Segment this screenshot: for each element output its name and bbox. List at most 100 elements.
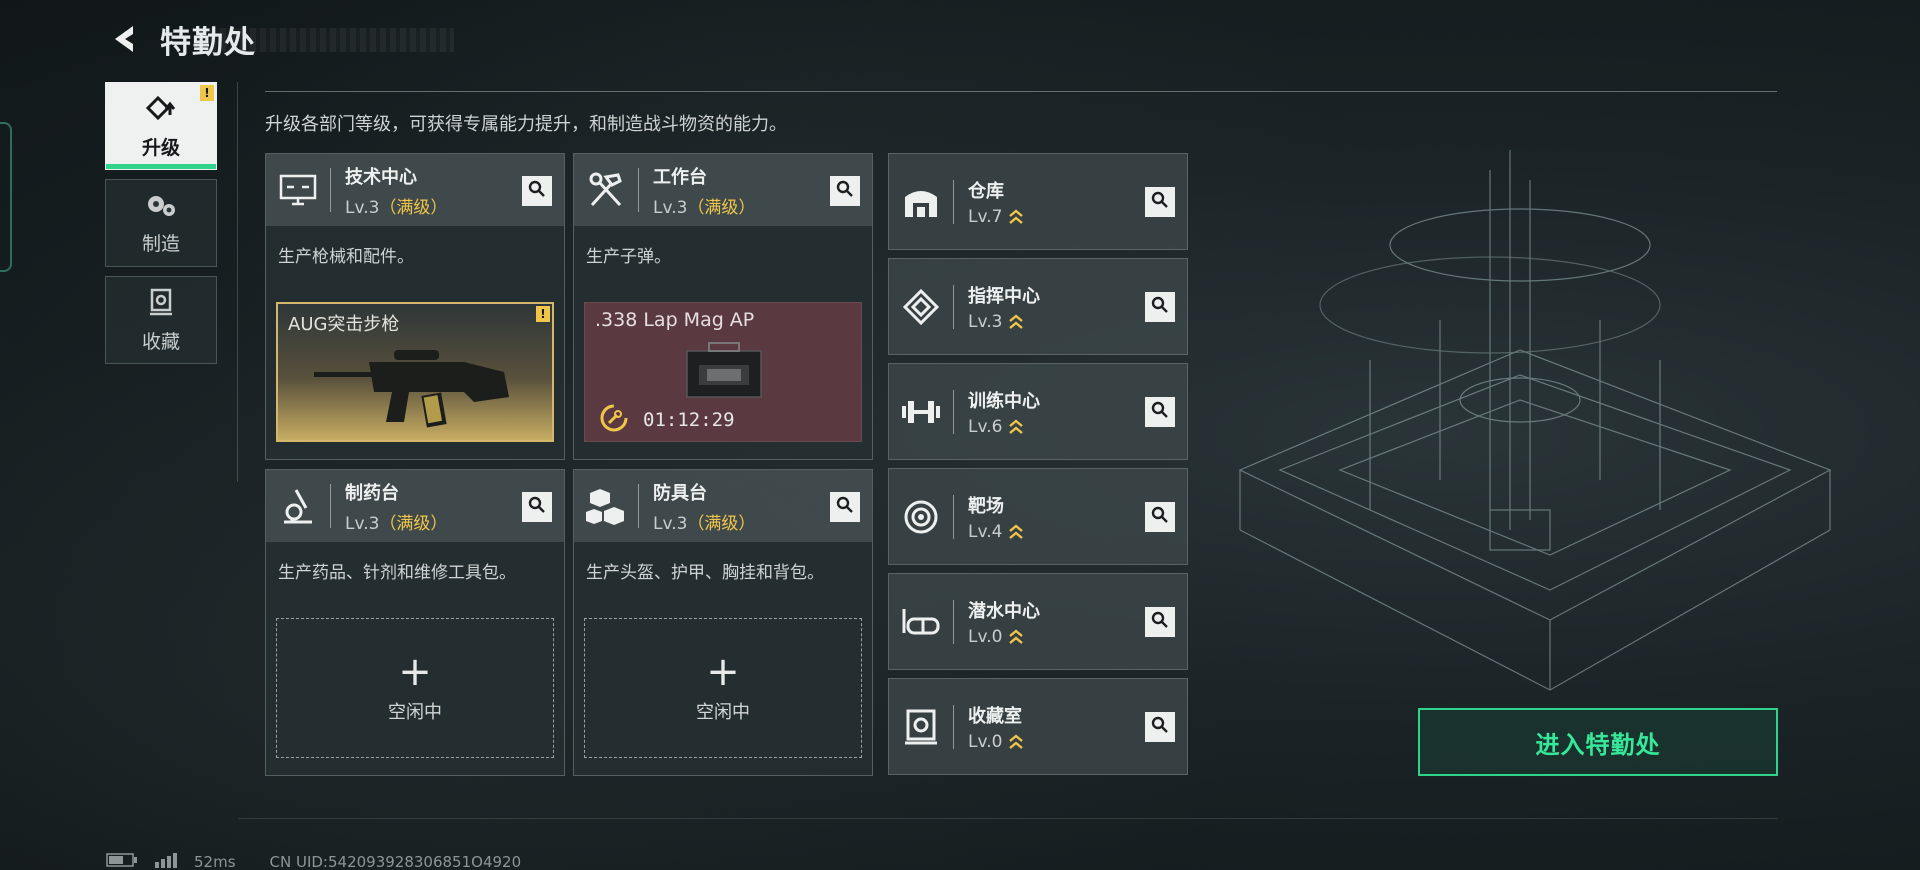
dept-training-center[interactable]: 训练中心 Lv.6 bbox=[888, 363, 1188, 460]
upgrade-chevron-icon bbox=[1009, 418, 1024, 434]
nav-item-craft[interactable]: 制造 bbox=[105, 179, 217, 267]
warehouse-icon bbox=[889, 153, 953, 250]
status-footer: 52ms CN UID:542093928306851O4920 bbox=[106, 852, 521, 870]
search-icon bbox=[1151, 296, 1169, 318]
card-header: 防具台 Lv.3（满级） bbox=[574, 470, 872, 542]
search-icon bbox=[1151, 191, 1169, 213]
divider bbox=[238, 818, 1778, 819]
search-button[interactable] bbox=[1145, 502, 1175, 532]
search-button[interactable] bbox=[830, 176, 860, 206]
search-button[interactable] bbox=[522, 492, 552, 522]
dept-name: 训练中心 bbox=[968, 390, 1040, 412]
card-name: 工作台 bbox=[653, 166, 707, 188]
idle-label: 空闲中 bbox=[696, 702, 750, 723]
base-hologram bbox=[1238, 150, 1832, 691]
card-header: 工作台 Lv.3（满级） bbox=[574, 154, 872, 226]
card-level: Lv.3（满级） bbox=[345, 513, 448, 534]
dept-level: Lv.0 bbox=[968, 627, 1040, 647]
slot-label: AUG突击步枪 bbox=[288, 314, 400, 335]
dept-name: 潜水中心 bbox=[968, 600, 1040, 622]
card-name: 制药台 bbox=[345, 482, 399, 504]
production-slot-idle[interactable]: + 空闲中 bbox=[276, 618, 554, 758]
enter-special-ops-button[interactable]: 进入特勤处 bbox=[1418, 708, 1778, 776]
search-icon bbox=[1151, 401, 1169, 423]
back-arrow-icon[interactable] bbox=[104, 19, 144, 59]
production-slot-weapon[interactable]: AUG突击步枪 ! bbox=[276, 302, 554, 442]
search-icon bbox=[1151, 716, 1169, 738]
card-name: 技术中心 bbox=[345, 166, 417, 188]
nav-label-craft: 制造 bbox=[141, 232, 180, 255]
dept-collection-room[interactable]: 收藏室 Lv.0 bbox=[888, 678, 1188, 775]
nav-item-collection[interactable]: 收藏 bbox=[105, 276, 217, 364]
wrench-timer-icon bbox=[600, 404, 628, 432]
production-slot-ammo[interactable]: .338 Lap Mag AP 01:12:29 bbox=[584, 302, 862, 442]
card-name: 防具台 bbox=[653, 482, 707, 504]
plus-icon: + bbox=[398, 649, 432, 695]
search-button[interactable] bbox=[1145, 712, 1175, 742]
card-workbench: 工作台 Lv.3（满级） 生产子弹。 .338 Lap Mag AP 01:12… bbox=[573, 153, 873, 460]
signal-icon bbox=[154, 852, 178, 870]
card-description: 生产枪械和配件。 bbox=[278, 247, 414, 267]
battery-icon bbox=[106, 853, 138, 870]
armor-icon bbox=[574, 470, 638, 542]
card-tech-center: 技术中心 Lv.3（满级） 生产枪械和配件。 AUG突击步枪 ! bbox=[265, 153, 565, 460]
search-icon bbox=[1151, 506, 1169, 528]
search-button[interactable] bbox=[522, 176, 552, 206]
card-description: 生产头盔、护甲、胸挂和背包。 bbox=[586, 563, 824, 583]
divider bbox=[237, 82, 238, 482]
nav-item-upgrade[interactable]: 升级 ! bbox=[105, 82, 217, 170]
card-level: Lv.3（满级） bbox=[345, 197, 448, 218]
production-timer: 01:12:29 bbox=[643, 409, 735, 431]
ping-value: 52ms bbox=[194, 853, 236, 870]
title-decoration bbox=[210, 28, 454, 52]
dept-level: Lv.4 bbox=[968, 522, 1024, 542]
warning-badge: ! bbox=[200, 85, 214, 101]
card-pharmacy: 制药台 Lv.3（满级） 生产药品、针剂和维修工具包。 + 空闲中 bbox=[265, 469, 565, 776]
upgrade-chevron-icon bbox=[1009, 733, 1024, 749]
dept-level: Lv.6 bbox=[968, 417, 1040, 437]
search-button[interactable] bbox=[1145, 187, 1175, 217]
search-icon bbox=[528, 496, 546, 518]
search-button[interactable] bbox=[1145, 292, 1175, 322]
tools-icon bbox=[574, 154, 638, 226]
left-edge-tab[interactable] bbox=[0, 122, 12, 272]
nav-label-upgrade: 升级 bbox=[141, 136, 180, 159]
search-button[interactable] bbox=[1145, 397, 1175, 427]
user-uid: CN UID:542093928306851O4920 bbox=[269, 853, 522, 870]
card-description: 生产药品、针剂和维修工具包。 bbox=[278, 563, 516, 583]
search-icon bbox=[1151, 611, 1169, 633]
target-icon bbox=[889, 468, 953, 565]
search-button[interactable] bbox=[830, 492, 860, 522]
idle-label: 空闲中 bbox=[388, 702, 442, 723]
rifle-icon bbox=[314, 350, 509, 428]
card-level: Lv.3（满级） bbox=[653, 197, 756, 218]
microscope-icon bbox=[266, 470, 330, 542]
warning-badge: ! bbox=[536, 306, 550, 322]
command-icon bbox=[889, 258, 953, 355]
card-header: 制药台 Lv.3（满级） bbox=[266, 470, 564, 542]
upgrade-chevron-icon bbox=[1009, 313, 1024, 329]
search-button[interactable] bbox=[1145, 607, 1175, 637]
card-armor-bench: 防具台 Lv.3（满级） 生产头盔、护甲、胸挂和背包。 + 空闲中 bbox=[573, 469, 873, 776]
dept-command-center[interactable]: 指挥中心 Lv.3 bbox=[888, 258, 1188, 355]
ammo-box-icon bbox=[686, 342, 762, 398]
search-icon bbox=[528, 180, 546, 202]
gears-icon bbox=[145, 191, 177, 223]
side-nav: 升级 ! 制造 收藏 bbox=[105, 82, 217, 373]
production-slot-idle[interactable]: + 空闲中 bbox=[584, 618, 862, 758]
dept-shooting-range[interactable]: 靶场 Lv.4 bbox=[888, 468, 1188, 565]
intro-text: 升级各部门等级，可获得专属能力提升，和制造战斗物资的能力。 bbox=[265, 114, 787, 135]
card-level: Lv.3（满级） bbox=[653, 513, 756, 534]
search-icon bbox=[836, 180, 854, 202]
dept-diving-center[interactable]: 潜水中心 Lv.0 bbox=[888, 573, 1188, 670]
dept-name: 指挥中心 bbox=[968, 285, 1040, 307]
dept-level: Lv.3 bbox=[968, 312, 1040, 332]
dept-name: 收藏室 bbox=[968, 705, 1022, 727]
search-icon bbox=[836, 496, 854, 518]
dept-warehouse[interactable]: 仓库 Lv.7 bbox=[888, 153, 1188, 250]
plus-icon: + bbox=[706, 649, 740, 695]
nav-label-collection: 收藏 bbox=[141, 330, 180, 353]
card-header: 技术中心 Lv.3（满级） bbox=[266, 154, 564, 226]
upgrade-icon bbox=[144, 93, 178, 127]
monitor-icon bbox=[266, 154, 330, 226]
